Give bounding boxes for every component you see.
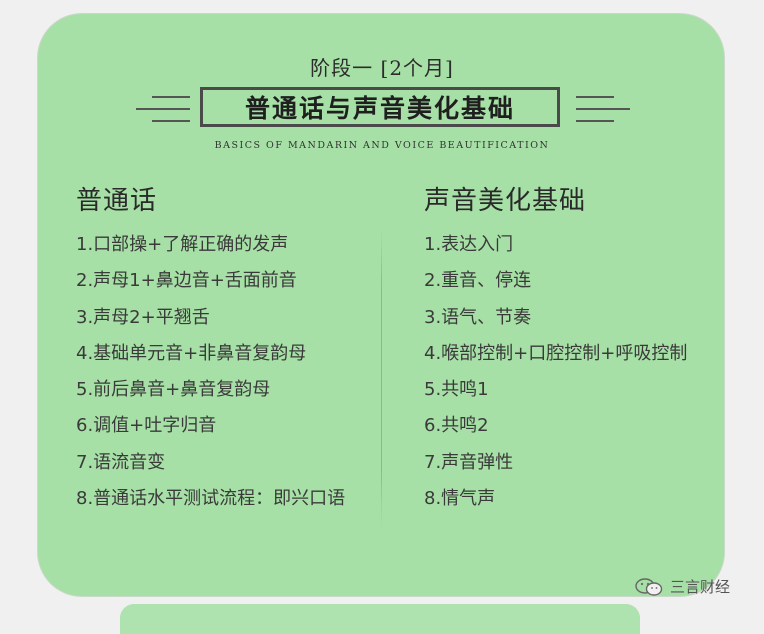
title-box: 普通话与声音美化基础 xyxy=(200,87,560,127)
subtitle: BASICS OF MANDARIN AND VOICE BEAUTIFICAT… xyxy=(214,140,550,151)
list-item: 7.语流音变 xyxy=(76,451,166,473)
watermark: 三言财经 xyxy=(634,576,730,597)
list-item: 4.基础单元音+非鼻音复韵母 xyxy=(76,342,307,364)
left-column-list: 1.口部操+了解正确的发声 2.声母1+鼻边音+舌面前音 3.声母2+平翘舌 4… xyxy=(76,231,345,521)
list-item: 5.前后鼻音+鼻音复韵母 xyxy=(76,379,271,401)
list-item: 2.声母1+鼻边音+舌面前音 xyxy=(76,270,297,292)
right-column-heading: 声音美化基础 xyxy=(424,186,587,216)
right-decoration-lines xyxy=(576,96,630,124)
list-item: 1.表达入门 xyxy=(424,234,514,255)
page-title: 普通话与声音美化基础 xyxy=(244,94,515,123)
list-item: 3.语气、节奏 xyxy=(424,306,532,328)
list-item: 4.喉部控制+口腔控制+呼吸控制 xyxy=(424,342,688,364)
watermark-text: 三言财经 xyxy=(670,578,731,596)
column-divider xyxy=(381,228,382,528)
wechat-icon xyxy=(635,577,663,596)
list-item: 3.声母2+平翘舌 xyxy=(76,306,210,328)
next-card-edge xyxy=(120,604,640,634)
list-item: 1.口部操+了解正确的发声 xyxy=(76,234,289,255)
stage-label: 阶段一 [2个月] xyxy=(310,56,454,80)
list-item: 5.共鸣1 xyxy=(424,379,489,401)
list-item: 6.调值+吐字归音 xyxy=(76,415,217,437)
list-item: 8.普通话水平测试流程：即兴口语 xyxy=(76,488,346,510)
list-item: 6.共鸣2 xyxy=(424,415,489,437)
right-column-list: 1.表达入门 2.重音、停连 3.语气、节奏 4.喉部控制+口腔控制+呼吸控制 … xyxy=(424,231,687,521)
list-item: 8.情气声 xyxy=(424,488,496,510)
left-decoration-lines xyxy=(136,96,190,124)
left-column-heading: 普通话 xyxy=(76,186,158,216)
list-item: 7.声音弹性 xyxy=(424,451,514,473)
list-item: 2.重音、停连 xyxy=(424,270,532,292)
